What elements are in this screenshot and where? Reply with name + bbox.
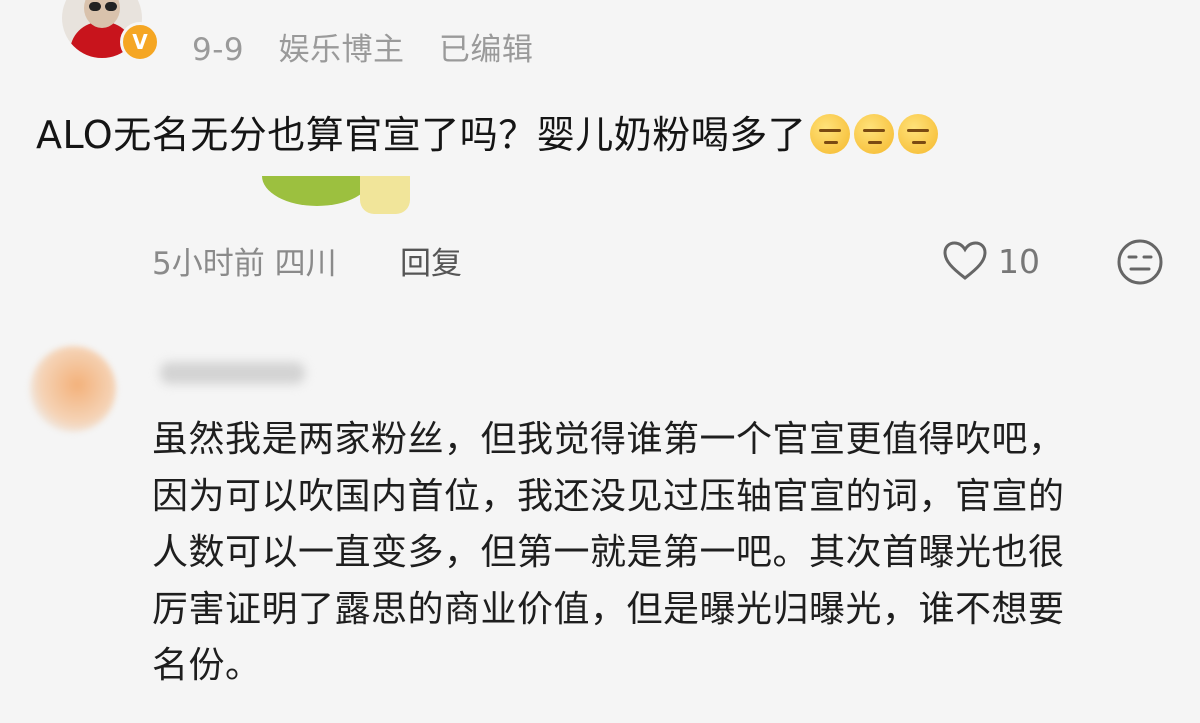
like-count: 10 — [998, 241, 1040, 281]
post-location: 四川 — [274, 246, 337, 282]
post-date: 9-9 — [192, 32, 245, 68]
reply-button[interactable]: 回复 — [400, 238, 462, 283]
reaction-button[interactable] — [1116, 238, 1164, 290]
comment-line: 因为可以吹国内首位，我还没见过压轴官宣的词，官宣的 — [152, 475, 1065, 517]
author-tag: 娱乐博主 — [278, 32, 405, 68]
verified-badge-icon: V — [120, 22, 160, 62]
post-text: ALO无名无分也算官宣了吗？婴儿奶粉喝多了 — [36, 113, 807, 157]
post-text-block: ALO无名无分也算官宣了吗？婴儿奶粉喝多了 — [36, 104, 939, 159]
comment-line: 人数可以一直变多，但第一就是第一吧。其次首曝光也很 — [152, 532, 1065, 573]
commenter-avatar[interactable] — [30, 346, 116, 432]
thinking-face-emoji-icon — [898, 114, 939, 154]
comment-text: 虽然我是两家粉丝，但我觉得谁第一个官宣更值得吹吧， 因为可以吹国内首位，我还没见… — [152, 412, 1152, 695]
comment-line: 厉害证明了露思的商业价值，但是曝光归曝光，谁不想要 — [152, 588, 1065, 630]
sticker-image[interactable] — [240, 176, 450, 220]
comment-line: 虽然我是两家粉丝，但我觉得谁第一个官宣更值得吹吧， — [152, 419, 1065, 460]
edited-label: 已编辑 — [438, 32, 534, 68]
like-button[interactable]: 10 — [942, 240, 1040, 282]
commenter-name-blurred — [160, 362, 305, 384]
comment-line: 名份。 — [152, 645, 262, 686]
thinking-face-emoji-icon — [810, 114, 851, 154]
post-time-location: 5小时前 四川 — [152, 238, 337, 283]
post-time: 5小时前 — [152, 246, 265, 282]
thinking-face-emoji-icon — [854, 114, 895, 154]
post-meta: 9-9 娱乐博主 已编辑 — [192, 24, 557, 69]
meh-face-icon — [1117, 239, 1163, 285]
heart-icon — [943, 241, 987, 280]
